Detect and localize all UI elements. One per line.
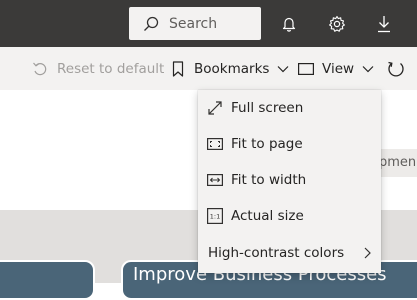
actual-size-icon: 1:1	[207, 208, 223, 224]
expand-icon	[208, 101, 222, 115]
bell-icon	[282, 17, 296, 32]
fit-width-icon	[207, 173, 223, 187]
gear-icon	[329, 15, 345, 32]
menu-item-fit-to-width[interactable]: Fit to width	[198, 162, 381, 198]
fit-page-icon	[207, 137, 223, 151]
menu-item-full-screen[interactable]: Full screen	[198, 90, 381, 126]
search-box[interactable]: Search	[129, 7, 261, 40]
top-bar: Search	[0, 0, 417, 47]
menu-item-actual-size[interactable]: 1:1 Actual size	[198, 198, 381, 234]
menu-item-label: Fit to width	[231, 172, 307, 188]
search-icon	[144, 16, 159, 31]
menu-item-fit-to-page[interactable]: Fit to page	[198, 126, 381, 162]
notifications-button[interactable]	[280, 14, 298, 34]
settings-button[interactable]	[328, 14, 346, 34]
view-icon	[298, 62, 314, 75]
chevron-down-icon	[278, 65, 289, 72]
view-menu: Full screen Fit to page Fit to width 1:1…	[198, 90, 381, 273]
download-button[interactable]	[375, 14, 393, 34]
view-button[interactable]: View	[298, 47, 374, 90]
refresh-button[interactable]	[387, 47, 405, 90]
view-label: View	[322, 60, 355, 77]
reset-to-default-button[interactable]: Reset to default	[32, 47, 164, 90]
chevron-down-icon	[362, 65, 374, 72]
menu-item-label: Fit to page	[231, 136, 303, 152]
refresh-icon	[388, 61, 404, 77]
chevron-right-icon	[364, 247, 371, 259]
reset-label: Reset to default	[57, 60, 165, 77]
report-card-left[interactable]	[0, 260, 95, 300]
bookmark-icon	[172, 60, 184, 77]
bookmarks-button[interactable]: Bookmarks	[172, 47, 289, 90]
menu-item-label: Full screen	[231, 100, 304, 116]
menu-item-label: High-contrast colors	[208, 245, 345, 261]
menu-item-label: Actual size	[231, 208, 304, 224]
action-bar: Reset to default Bookmarks View	[0, 47, 417, 90]
bookmarks-label: Bookmarks	[194, 60, 270, 77]
actual-size-glyph: 1:1	[210, 213, 220, 221]
download-icon	[378, 16, 390, 33]
search-placeholder: Search	[169, 15, 218, 32]
menu-item-high-contrast-colors[interactable]: High-contrast colors	[198, 235, 381, 271]
reset-icon	[33, 62, 47, 75]
